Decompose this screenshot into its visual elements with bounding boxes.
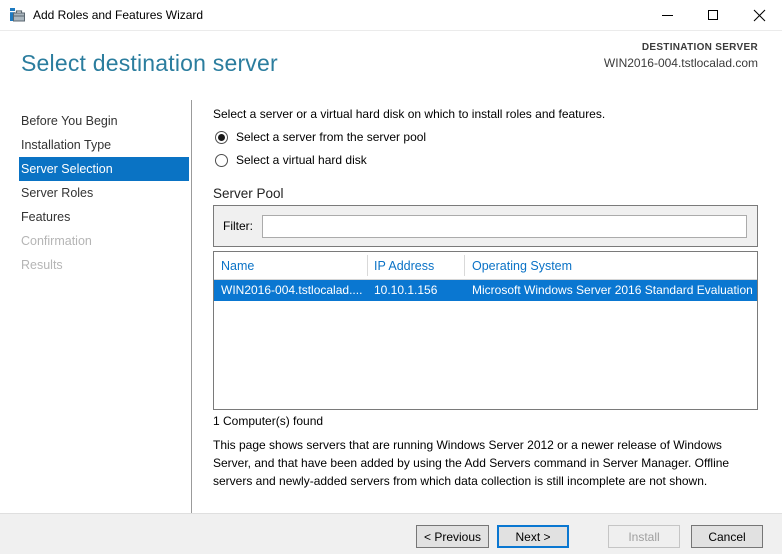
page-title: Select destination server: [21, 50, 278, 76]
radio-select-virtual-hard-disk[interactable]: Select a virtual hard disk: [215, 153, 367, 167]
maximize-icon: [708, 10, 718, 20]
column-separator: [367, 255, 368, 276]
minimize-icon: [661, 14, 673, 16]
page-note-text: This page shows servers that are running…: [213, 438, 730, 488]
server-pool-section-label: Server Pool: [213, 186, 284, 201]
close-button[interactable]: [736, 0, 782, 30]
wizard-header: Select destination server DESTINATION SE…: [0, 32, 782, 100]
radio-button-icon: [215, 130, 228, 144]
table-row-server[interactable]: WIN2016-004.tstlocalad.... 10.10.1.156 M…: [214, 280, 757, 301]
install-button: Install: [608, 525, 680, 548]
minimize-button[interactable]: [644, 0, 690, 30]
filter-label: Filter:: [223, 219, 253, 233]
maximize-button[interactable]: [690, 0, 736, 30]
column-header-operating-system[interactable]: Operating System: [472, 252, 572, 280]
radio-label: Select a server from the server pool: [236, 130, 427, 144]
radio-label: Select a virtual hard disk: [236, 153, 367, 167]
add-roles-features-wizard-window: Add Roles and Features Wizard Select des…: [0, 0, 782, 554]
column-header-name[interactable]: Name: [221, 252, 254, 280]
title-bar: Add Roles and Features Wizard: [0, 0, 782, 31]
previous-button[interactable]: < Previous: [416, 525, 489, 548]
window-title: Add Roles and Features Wizard: [33, 8, 204, 22]
cell-ip-address: 10.10.1.156: [374, 283, 438, 297]
sidebar-item-installation-type[interactable]: Installation Type: [0, 133, 191, 157]
sidebar-item-features[interactable]: Features: [0, 205, 191, 229]
cancel-button[interactable]: Cancel: [691, 525, 763, 548]
column-header-ip-address[interactable]: IP Address: [374, 252, 434, 280]
cell-server-name: WIN2016-004.tstlocalad....: [221, 283, 363, 297]
radio-select-server-pool[interactable]: Select a server from the server pool: [215, 130, 426, 144]
column-separator: [464, 255, 465, 276]
filter-bar: Filter:: [213, 205, 758, 247]
close-icon: [753, 9, 765, 21]
next-button[interactable]: Next >: [497, 525, 569, 548]
window-controls: [644, 0, 782, 30]
server-pool-table: Name IP Address Operating System WIN2016…: [213, 251, 758, 410]
server-manager-icon: [10, 8, 25, 22]
filter-input[interactable]: [262, 214, 747, 238]
main-content: Select a server or a virtual hard disk o…: [213, 100, 758, 513]
intro-text: Select a server or a virtual hard disk o…: [213, 107, 606, 121]
computers-found-count: 1 Computer(s) found: [213, 414, 324, 428]
destination-server-block: DESTINATION SERVER WIN2016-004.tstlocala…: [604, 42, 758, 70]
sidebar-item-confirmation: Confirmation: [21, 234, 92, 248]
cell-operating-system: Microsoft Windows Server 2016 Standard E…: [472, 283, 753, 297]
wizard-steps-list: Before You Begin Installation Type Serve…: [0, 109, 191, 277]
sidebar-item-results: Results: [21, 258, 63, 272]
sidebar-item-server-roles[interactable]: Server Roles: [0, 181, 191, 205]
table-header-row: Name IP Address Operating System: [214, 252, 757, 280]
sidebar-item-before-you-begin[interactable]: Before You Begin: [0, 109, 191, 133]
wizard-footer: < Previous Next > Install Cancel: [0, 513, 782, 554]
destination-server-name: WIN2016-004.tstlocalad.com: [603, 56, 758, 70]
destination-server-label: DESTINATION SERVER: [641, 42, 758, 53]
sidebar-item-server-selection[interactable]: Server Selection: [19, 157, 189, 181]
wizard-sidebar: Before You Begin Installation Type Serve…: [0, 100, 192, 513]
radio-button-icon: [215, 153, 228, 167]
